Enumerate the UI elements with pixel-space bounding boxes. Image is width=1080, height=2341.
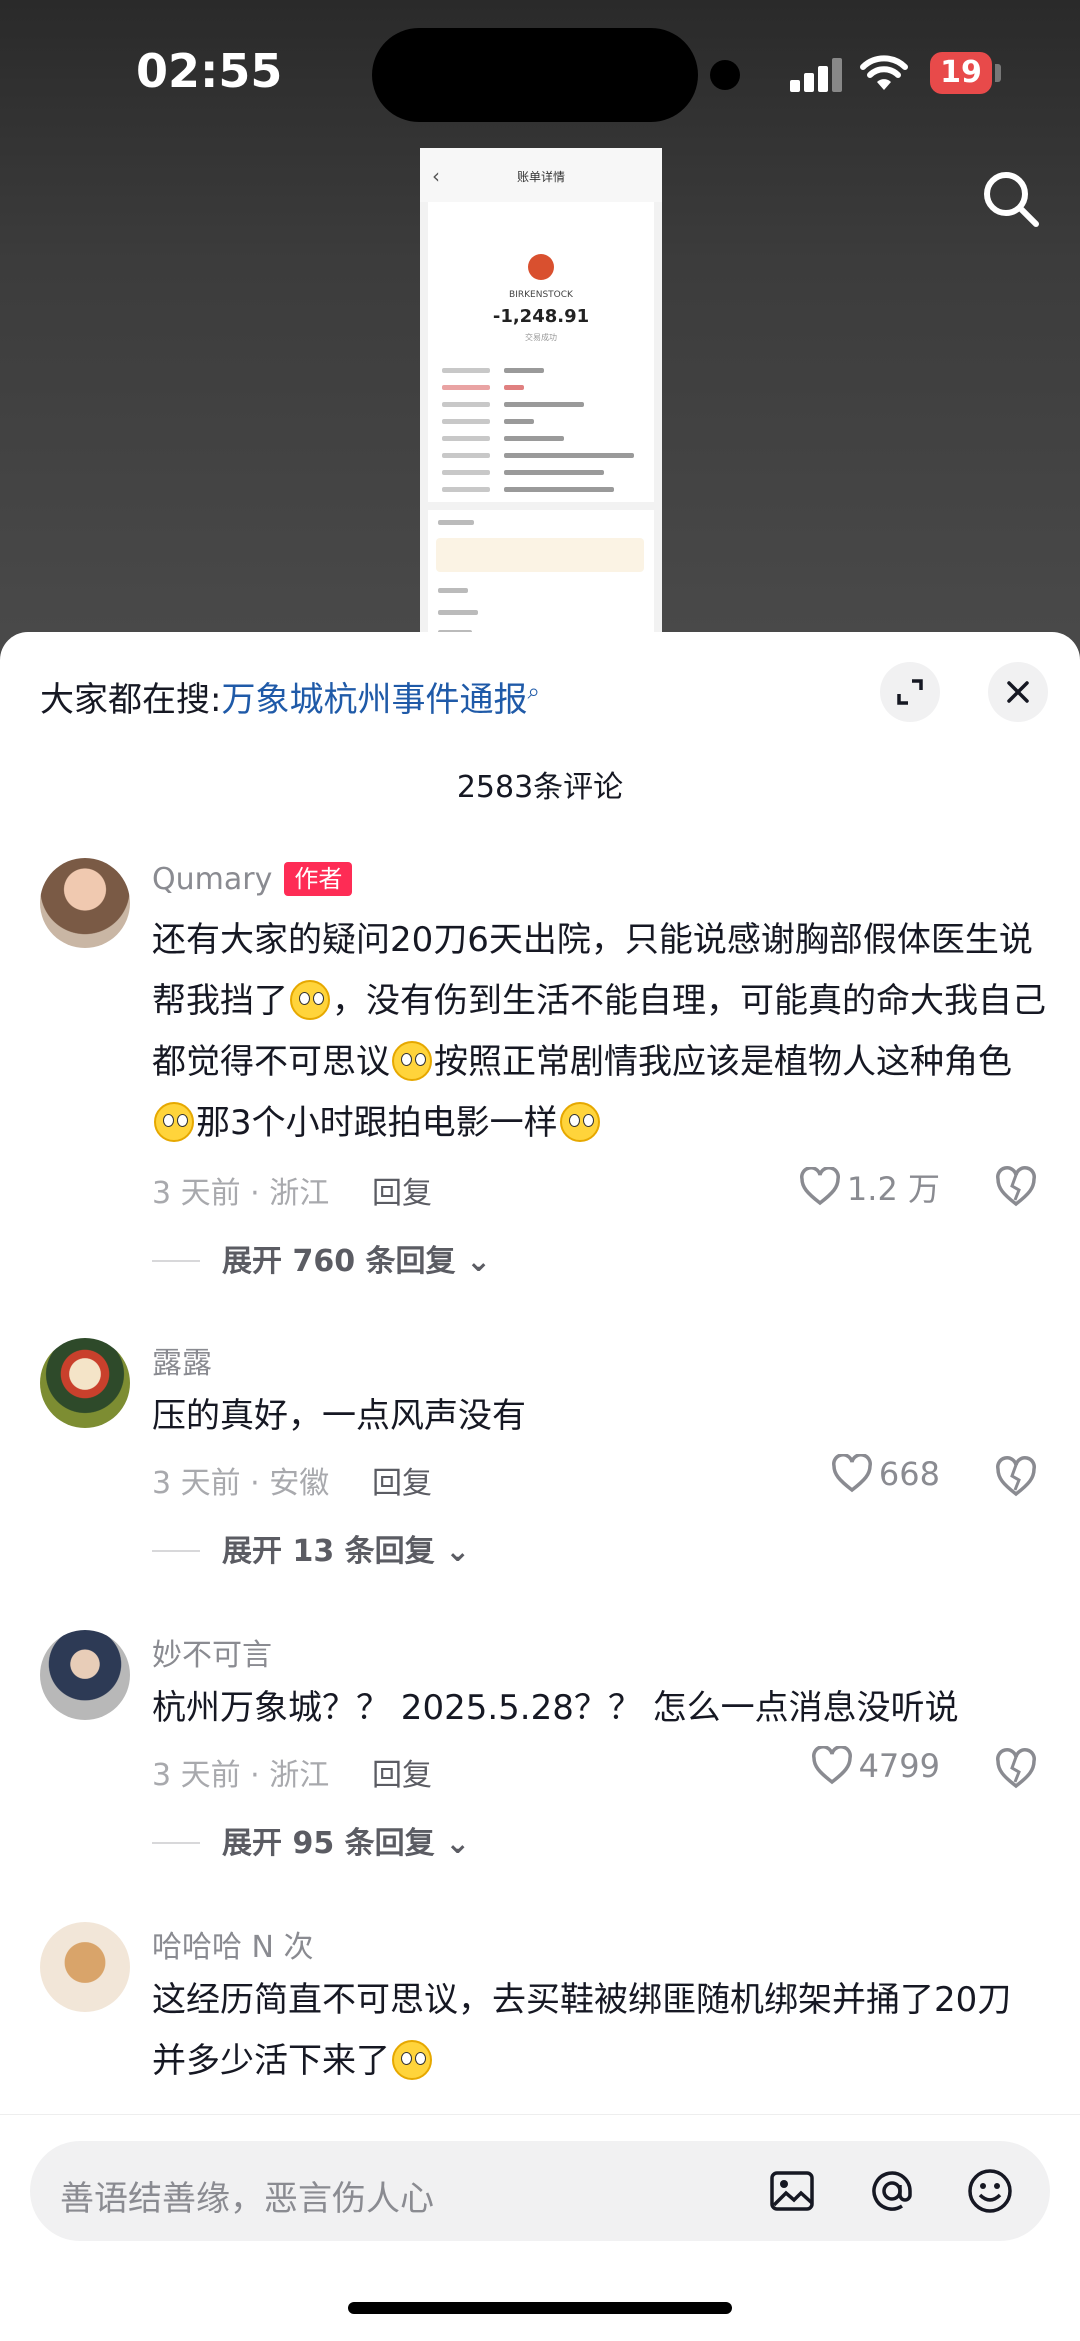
avatar[interactable]: [40, 1922, 130, 2012]
search-small-icon: ⌕: [527, 679, 540, 705]
comment-meta: 3 天前 · 浙江: [152, 1758, 330, 1793]
expand-replies-button[interactable]: 展开 95 条回复 ⌄: [152, 1818, 470, 1862]
search-icon[interactable]: [980, 168, 1042, 230]
avatar[interactable]: [40, 1630, 130, 1720]
comment-text-segment: 压的真好，一点风声没有: [152, 1396, 526, 1436]
expand-replies-button[interactable]: 展开 13 条回复 ⌄: [152, 1526, 470, 1570]
hot-search[interactable]: 大家都在搜:万象城杭州事件通报⌕: [40, 672, 540, 721]
comment-meta: 3 天前 · 浙江: [152, 1176, 330, 1211]
reply-button[interactable]: 回复: [372, 1750, 432, 1794]
comment-text-segment: 杭州万象城？？ 2025.5.28？？ 怎么一点消息没听说: [152, 1688, 959, 1728]
comment-username[interactable]: 哈哈哈 N 次: [152, 1922, 314, 1966]
comment-input[interactable]: 善语结善缘，恶言伤人心: [30, 2141, 1050, 2241]
dislike-icon[interactable]: [994, 1746, 1038, 1790]
emoji-icon: [559, 1102, 600, 1142]
expand-icon: [897, 679, 923, 705]
author-badge: 作者: [284, 862, 353, 896]
hot-search-prefix: 大家都在搜:: [40, 680, 222, 720]
receipt-card: BIRKENSTOCK -1,248.91 交易成功: [428, 202, 654, 502]
close-button[interactable]: [988, 662, 1048, 722]
username-text[interactable]: Qumary: [152, 862, 272, 897]
expand-replies-text: 展开 760 条回复: [222, 1244, 456, 1279]
emoji-icon: [290, 980, 330, 1020]
chevron-down-icon: ⌄: [445, 1534, 471, 1569]
receipt-rows: [442, 362, 642, 498]
status-bar: 02:55 19: [0, 0, 1080, 150]
close-icon: [1007, 681, 1029, 703]
receipt-title: 账单详情: [516, 170, 565, 184]
comment-text-segment: 按照正常剧情我应该是植物人这种角色: [434, 1042, 1012, 1082]
comment-meta: 3 天前 · 安徽: [152, 1466, 330, 1501]
comment-text-segment: 那3个小时跟拍电影一样: [196, 1103, 558, 1143]
receipt-amount: -1,248.91: [492, 306, 590, 327]
receipt-screenshot: ‹ 账单详情 BIRKENSTOCK -1,248.91 交易成功: [420, 148, 662, 660]
reply-button[interactable]: 回复: [372, 1168, 432, 1212]
battery-indicator: 19: [930, 52, 992, 94]
merchant-logo: [528, 254, 554, 280]
dynamic-island: [372, 28, 698, 122]
like-button[interactable]: 668: [831, 1454, 940, 1494]
comment-text: 这经历简直不可思议，去买鞋被绑匪随机绑架并捅了20刀并多少活下来了: [152, 1970, 1032, 2092]
expand-replies-button[interactable]: 展开 760 条回复 ⌄: [152, 1236, 491, 1280]
emoji-icon[interactable]: [966, 2167, 1014, 2215]
heart-icon: [831, 1454, 872, 1493]
dislike-icon[interactable]: [994, 1164, 1038, 1208]
comment-username[interactable]: Qumary 作者: [152, 862, 353, 897]
comment-text: 杭州万象城？？ 2025.5.28？？ 怎么一点消息没听说: [152, 1678, 1052, 1739]
image-icon[interactable]: [768, 2167, 816, 2215]
like-count: 1.2 万: [846, 1170, 940, 1208]
camera-dot: [710, 60, 740, 90]
expand-replies-text: 展开 95 条回复: [222, 1826, 435, 1861]
chevron-down-icon: ⌄: [445, 1826, 471, 1861]
comment-count: 2583条评论: [456, 770, 624, 805]
receipt-banner: [436, 538, 644, 572]
status-time: 02:55: [136, 44, 283, 98]
at-icon[interactable]: [868, 2167, 916, 2215]
comment-username[interactable]: 妙不可言: [152, 1630, 272, 1674]
dislike-icon[interactable]: [994, 1454, 1038, 1498]
comment-text-segment: 这经历简直不可思议，去买鞋被绑匪随机绑架并捅了20刀并多少活下来了: [152, 1980, 1012, 2081]
reply-button[interactable]: 回复: [372, 1458, 432, 1502]
avatar[interactable]: [40, 858, 130, 948]
comment-text: 还有大家的疑问20刀6天出院，只能说感谢胸部假体医生说帮我挡了 ，没有伤到生活不能…: [152, 910, 1052, 1154]
chevron-down-icon: ⌄: [465, 1244, 492, 1279]
receipt-brand: BIRKENSTOCK: [509, 290, 573, 300]
hot-search-keyword[interactable]: 万象城杭州事件通报: [221, 680, 527, 720]
heart-icon: [811, 1746, 852, 1785]
avatar[interactable]: [40, 1338, 130, 1428]
heart-icon: [799, 1167, 840, 1206]
signal-icon: [790, 58, 842, 92]
home-indicator: [348, 2302, 732, 2314]
like-button[interactable]: 1.2 万: [799, 1164, 940, 1210]
wifi-icon: [860, 55, 908, 90]
battery-tip: [995, 64, 1001, 82]
like-count: 4799: [858, 1747, 940, 1785]
comment-username[interactable]: 露露: [152, 1338, 212, 1382]
comment-text: 压的真好，一点风声没有: [152, 1386, 1052, 1447]
emoji-icon: [392, 2040, 432, 2080]
comment-input-placeholder: 善语结善缘，恶言伤人心: [60, 2179, 434, 2219]
expand-replies-text: 展开 13 条回复: [222, 1534, 435, 1569]
expand-button[interactable]: [880, 662, 940, 722]
receipt-header: ‹ 账单详情: [420, 148, 662, 202]
like-count: 668: [878, 1455, 940, 1493]
like-button[interactable]: 4799: [811, 1746, 940, 1786]
emoji-icon: [154, 1102, 194, 1142]
emoji-icon: [392, 1041, 432, 1081]
receipt-status: 交易成功: [525, 333, 557, 342]
